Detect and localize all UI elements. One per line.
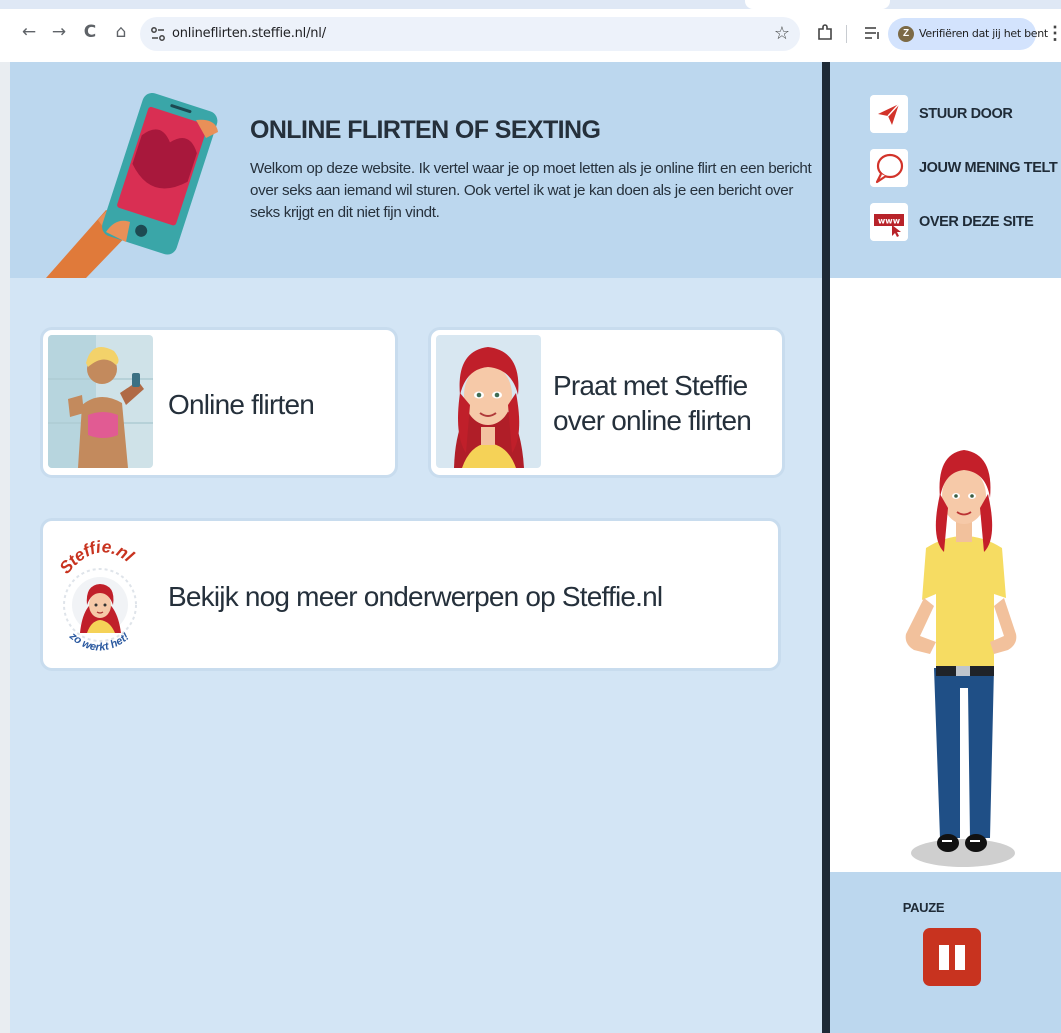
paper-plane-icon (870, 95, 908, 133)
pause-label: PAUZE (902, 900, 945, 915)
card-meer-onderwerpen[interactable]: Steffie.nl zo werkt het! Bekijk nog meer… (40, 518, 781, 671)
tab-strip (0, 0, 1061, 9)
profile-avatar: Z (898, 26, 914, 42)
sidebar-menu: STUUR DOOR JOUW MENING TELT www OVER DEZ… (830, 62, 1061, 278)
site-settings-icon[interactable] (149, 25, 167, 43)
sidebar-item-jouw-mening[interactable]: JOUW MENING TELT (870, 149, 1060, 189)
card-praat-met-steffie[interactable]: Praat met Steffie over online flirten (428, 327, 785, 478)
sidebar-divider (822, 62, 830, 1033)
pause-icon-bar-right (955, 945, 965, 970)
steffie-character (905, 450, 1017, 867)
speech-bubble-icon (870, 149, 908, 187)
flirten-thumbnail (48, 335, 153, 468)
reload-icon[interactable]: C (79, 21, 101, 43)
pause-area: PAUZE (830, 872, 1061, 1033)
pause-icon-bar-left (939, 945, 949, 970)
card-online-flirten-label: Online flirten (168, 389, 315, 420)
card-praat-label: Praat met Steffie over online flirten (553, 370, 752, 436)
sidebar-item-label: JOUW MENING TELT (919, 160, 1058, 176)
steffie-logo: Steffie.nl zo werkt het! (56, 537, 138, 653)
verify-label: Verifiëren dat jij het bent (919, 27, 1048, 40)
back-icon[interactable]: ← (18, 21, 40, 43)
browser-toolbar: ← → C ⌂ onlineflirten.steffie.nl/nl/ ☆ Z… (0, 0, 1061, 62)
intro-banner: ONLINE FLIRTEN OF SEXTING Welkom op deze… (10, 62, 822, 278)
browser-menu-icon[interactable]: ⋮ (1046, 20, 1061, 46)
steffie-character-stage (830, 278, 1061, 872)
pause-button[interactable] (923, 928, 981, 986)
phone-illustration (46, 92, 218, 278)
active-tab-edge[interactable] (745, 0, 890, 9)
url-text[interactable]: onlineflirten.steffie.nl/nl/ (172, 26, 326, 41)
steffie-portrait-thumbnail (436, 335, 541, 468)
svg-text:www: www (878, 217, 901, 226)
extensions-icon[interactable] (815, 23, 835, 43)
intro-text: Welkom op deze website. Ik vertel waar j… (250, 160, 812, 221)
bookmark-star-icon[interactable]: ☆ (774, 23, 790, 44)
card-online-flirten[interactable]: Online flirten (40, 327, 398, 478)
home-icon[interactable]: ⌂ (110, 21, 132, 43)
sidebar-item-label: OVER DEZE SITE (919, 214, 1034, 230)
page-left-edge (0, 62, 10, 1033)
reading-list-icon[interactable] (862, 23, 882, 43)
sidebar-item-over-deze-site[interactable]: www OVER DEZE SITE (870, 203, 1060, 243)
forward-icon[interactable]: → (48, 21, 70, 43)
page-title: ONLINE FLIRTEN OF SEXTING (250, 116, 601, 144)
www-icon: www (870, 203, 908, 241)
profile-verify-button[interactable]: Z Verifiëren dat jij het bent (888, 18, 1048, 50)
toolbar-divider (846, 25, 847, 43)
sidebar-item-label: STUUR DOOR (919, 106, 1013, 122)
card-meer-label: Bekijk nog meer onderwerpen op Steffie.n… (168, 581, 663, 612)
page-content: ONLINE FLIRTEN OF SEXTING Welkom op deze… (0, 62, 1061, 1033)
address-bar[interactable]: onlineflirten.steffie.nl/nl/ ☆ (140, 17, 800, 51)
sidebar-item-stuur-door[interactable]: STUUR DOOR (870, 95, 1060, 135)
